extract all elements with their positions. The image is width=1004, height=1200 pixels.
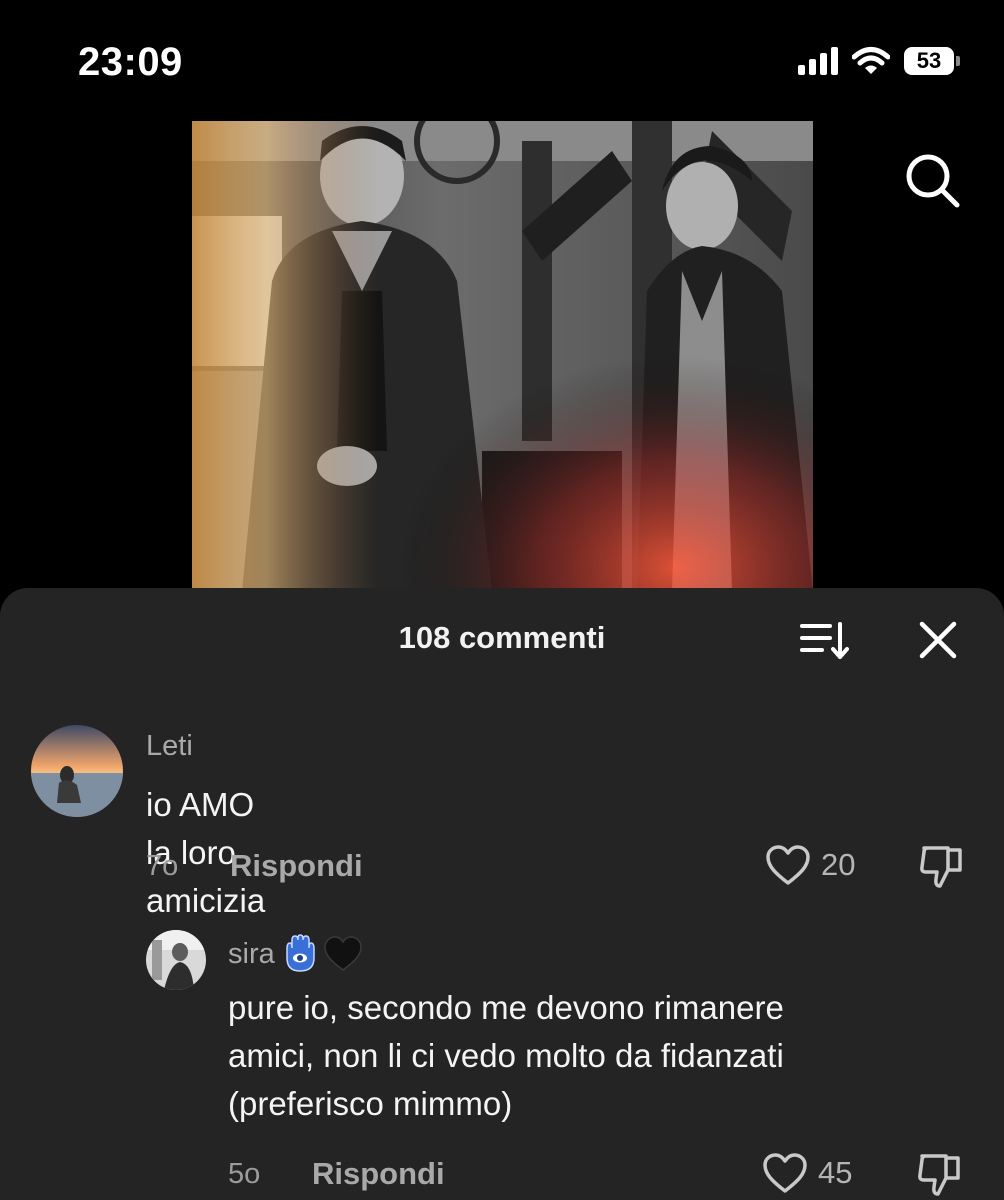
comment-username[interactable]: Leti (146, 730, 193, 763)
username-text: sira (228, 937, 275, 970)
avatar[interactable] (146, 930, 206, 990)
like-count: 45 (818, 1155, 853, 1190)
video-frame-image (192, 121, 813, 591)
avatar-image (146, 930, 206, 990)
reply-text-line: pure io, secondo me devono rimanere (228, 989, 784, 1026)
dislike-button[interactable] (918, 844, 966, 895)
avatar[interactable] (31, 725, 123, 817)
sort-button[interactable] (800, 618, 850, 662)
like-count: 20 (821, 847, 856, 882)
comment-username[interactable]: sira (228, 934, 363, 974)
thumbs-down-icon (920, 846, 962, 888)
search-icon (906, 154, 960, 208)
thumbs-down-icon (918, 1154, 960, 1196)
status-time: 23:09 (78, 40, 183, 84)
status-bar: 23:09 53 (0, 0, 1004, 120)
comments-sheet: 108 commenti Leti io AMO la loro amicizi… (0, 588, 1004, 1200)
dislike-button[interactable] (916, 1152, 964, 1200)
cellular-signal-icon (798, 47, 838, 75)
like-button[interactable]: 20 (765, 844, 855, 886)
close-icon (919, 621, 957, 659)
video-player[interactable] (192, 121, 813, 591)
reply-text-line: (preferisco mimmo) (228, 1085, 513, 1122)
search-button[interactable] (904, 152, 962, 210)
status-icons: 53 (798, 46, 960, 76)
comment-time: 7o (146, 850, 179, 882)
black-heart-emoji (323, 936, 362, 971)
reply-text-line: amici, non li ci vedo molto da fidanzati (228, 1037, 784, 1074)
heart-icon (766, 845, 810, 885)
wifi-icon (852, 47, 890, 74)
comments-count-title: 108 commenti (398, 620, 606, 655)
avatar-image (31, 725, 123, 817)
screen: 23:09 53 108 commenti Leti io AMO la lor… (0, 0, 1004, 1200)
heart-icon (763, 1153, 807, 1193)
comment-time: 5o (228, 1158, 261, 1190)
sort-icon (800, 622, 849, 659)
reply-text: pure io, secondo me devono rimanere amic… (228, 984, 948, 1128)
close-button[interactable] (916, 618, 960, 662)
reply-button[interactable]: Rispondi (230, 848, 363, 884)
battery-level: 53 (904, 47, 954, 75)
reply-button[interactable]: Rispondi (312, 1156, 445, 1192)
battery-icon: 53 (904, 47, 960, 75)
hamsa-emoji (285, 934, 315, 972)
like-button[interactable]: 45 (762, 1152, 852, 1194)
